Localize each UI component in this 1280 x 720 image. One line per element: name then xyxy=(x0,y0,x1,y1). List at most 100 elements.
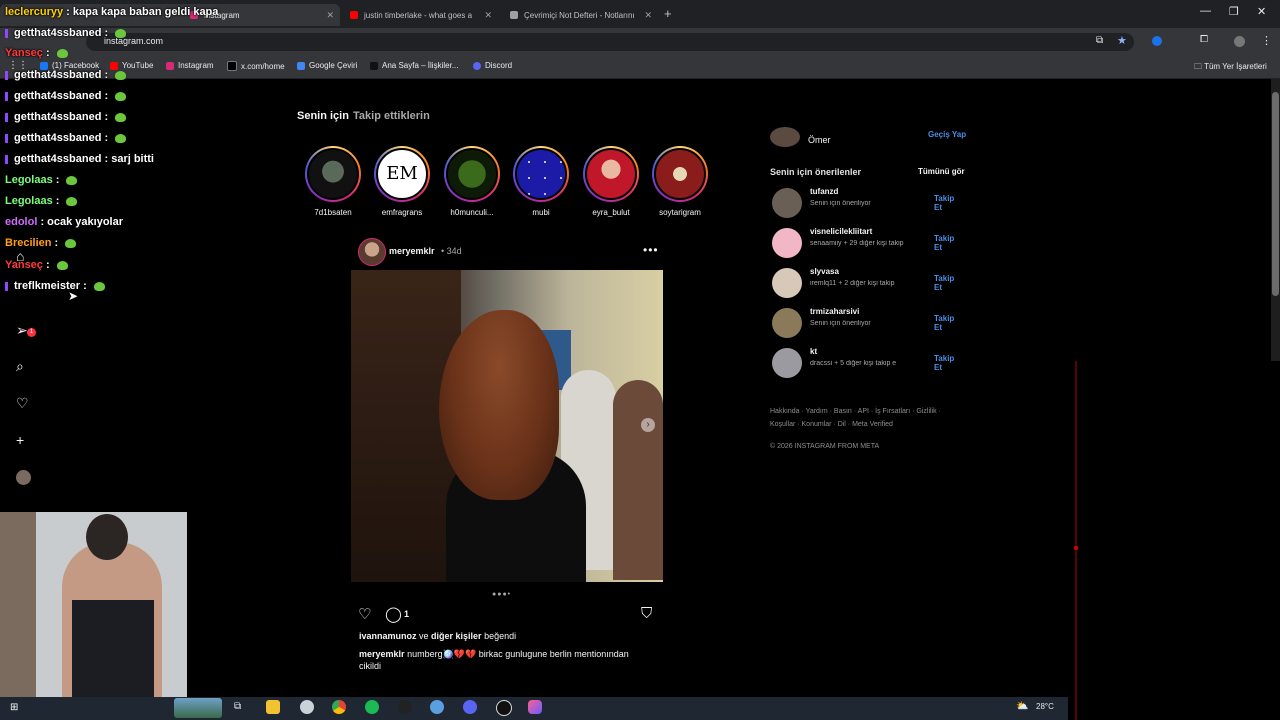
suggestion-avatar[interactable] xyxy=(772,348,802,378)
story-avatar xyxy=(307,148,359,200)
likes-user[interactable]: ivannamunoz xyxy=(359,631,417,641)
chrome-icon[interactable] xyxy=(332,700,346,714)
obs-icon[interactable] xyxy=(398,700,412,714)
chat-message: Legolaas : xyxy=(5,174,78,186)
chat-message: getthat4ssbaned : sarj bitti xyxy=(5,153,154,165)
translate-icon xyxy=(297,61,305,70)
chat-username: getthat4ssbaned xyxy=(14,111,102,123)
messages-icon[interactable]: ➢ xyxy=(16,322,28,339)
scrollbar-thumb[interactable] xyxy=(1272,92,1279,296)
next-image-icon[interactable]: › xyxy=(641,418,655,432)
extension-icon[interactable] xyxy=(1152,36,1162,46)
likes-line: ivannamunoz ve diğer kişiler beğendi xyxy=(359,631,516,641)
heart-icon[interactable]: ♡ xyxy=(16,395,29,412)
comment-icon[interactable]: ◯ xyxy=(385,605,402,623)
tab-following[interactable]: Takip ettiklerin xyxy=(353,110,430,122)
post-author-avatar[interactable] xyxy=(358,238,386,266)
chat-badge-icon xyxy=(5,154,8,164)
story-item[interactable]: h0munculi... xyxy=(441,146,503,217)
bookmark-x[interactable]: x.com/home xyxy=(227,61,285,71)
file-explorer-icon[interactable] xyxy=(266,700,280,714)
suggestion-avatar[interactable] xyxy=(772,268,802,298)
windows-start-icon[interactable]: ⊞ xyxy=(10,702,18,713)
story-item[interactable]: EM emfragrans xyxy=(371,146,433,217)
see-all-button[interactable]: Tümünü gör xyxy=(918,167,965,176)
app-icon[interactable] xyxy=(528,700,542,714)
suggestion-avatar[interactable] xyxy=(772,188,802,218)
suggestion-avatar[interactable] xyxy=(772,228,802,258)
close-tab-icon[interactable]: ✕ xyxy=(326,10,334,21)
install-app-icon[interactable]: ⧉ xyxy=(1096,35,1103,46)
bookmark-google-translate[interactable]: Google Çeviri xyxy=(297,61,357,70)
profile-avatar-icon[interactable] xyxy=(16,470,31,485)
bookmark-star-icon[interactable]: ★ xyxy=(1117,34,1127,47)
follow-button[interactable]: Takip Et xyxy=(934,234,964,252)
widgets-icon[interactable] xyxy=(174,698,222,718)
suggestion-username[interactable]: trmizaharsivi xyxy=(810,307,859,316)
browser-menu-icon[interactable]: ⋮ xyxy=(1261,34,1272,47)
bookmark-label: Instagram xyxy=(178,61,214,70)
bookmark-instagram[interactable]: Instagram xyxy=(166,61,214,70)
app-icon[interactable] xyxy=(496,700,512,716)
discord-taskbar-icon[interactable] xyxy=(463,700,477,714)
suggestion-avatar[interactable] xyxy=(772,308,802,338)
tab-for-you[interactable]: Senin için xyxy=(297,110,349,122)
story-item[interactable]: mubi xyxy=(510,146,572,217)
follow-button[interactable]: Takip Et xyxy=(934,274,964,292)
suggestion-username[interactable]: kt xyxy=(810,347,817,356)
create-plus-icon[interactable]: + xyxy=(16,432,24,448)
footer-line[interactable]: Hakkında · Yardım · Basın · API · İş Fır… xyxy=(770,405,970,418)
restore-icon[interactable]: ❐ xyxy=(1229,5,1239,18)
likes-others[interactable]: diğer kişiler xyxy=(431,631,482,641)
suggestion-username[interactable]: slyvasa xyxy=(810,267,839,276)
suggestion-username[interactable]: visnelicilekliitart xyxy=(810,227,872,236)
story-item[interactable]: 7d1bsaten xyxy=(302,146,364,217)
post-image[interactable]: › xyxy=(351,270,663,582)
post-time: • 34d xyxy=(441,246,462,256)
spotify-icon[interactable] xyxy=(365,700,379,714)
jester-logo-icon xyxy=(654,148,706,200)
settings-gear-icon[interactable] xyxy=(430,700,444,714)
story-item[interactable]: eyra_bulut xyxy=(580,146,642,217)
bookmark-discord[interactable]: Discord xyxy=(473,61,512,70)
tab-notepad[interactable]: Çevrimiçi Not Defteri - Notlarını ✕ xyxy=(504,4,658,26)
account-avatar[interactable] xyxy=(770,127,800,147)
chat-separator: : xyxy=(101,132,112,144)
close-tab-icon[interactable]: ✕ xyxy=(644,10,652,21)
like-heart-icon[interactable]: ♡ xyxy=(358,605,371,623)
url-field[interactable] xyxy=(86,33,1134,51)
chat-badge-icon xyxy=(5,70,8,80)
profile-avatar[interactable] xyxy=(1234,36,1245,47)
close-tab-icon[interactable]: ✕ xyxy=(484,10,492,21)
follow-button[interactable]: Takip Et xyxy=(934,354,964,372)
app-icon[interactable] xyxy=(300,700,314,714)
chat-message: Brecilien : xyxy=(5,237,77,249)
new-tab-button[interactable]: + xyxy=(664,6,672,21)
footer-line[interactable]: Koşullar · Konumlar · Dil · Meta Verifie… xyxy=(770,418,970,431)
story-item[interactable]: soytarigram xyxy=(649,146,711,217)
post-more-icon[interactable]: ••• xyxy=(643,243,659,257)
suggestion-username[interactable]: tufanzd xyxy=(810,187,838,196)
overlay-divider xyxy=(1075,361,1077,720)
chat-badge-icon xyxy=(5,281,8,291)
close-window-icon[interactable]: ✕ xyxy=(1257,5,1266,18)
chat-separator: : xyxy=(80,280,90,292)
follow-button[interactable]: Takip Et xyxy=(934,314,964,332)
search-icon[interactable]: ⌕ xyxy=(16,358,24,375)
story-ring xyxy=(513,146,569,202)
caption-username[interactable]: meryemklr xyxy=(359,649,405,659)
bookmark-ana-sayfa[interactable]: Ana Sayfa – İlişkiler... xyxy=(370,61,458,70)
story-ring xyxy=(444,146,500,202)
chat-text: ocak yakıyolar xyxy=(47,216,124,228)
minimize-icon[interactable]: — xyxy=(1200,5,1211,17)
task-view-icon[interactable]: ⧉ xyxy=(234,701,241,712)
story-name: 7d1bsaten xyxy=(314,208,352,217)
switch-account-button[interactable]: Geçiş Yap xyxy=(928,130,966,139)
tab-youtube[interactable]: justin timberlake - what goes a ✕ xyxy=(344,4,498,26)
post-author-username[interactable]: meryemklr xyxy=(389,246,435,256)
story-name: soytarigram xyxy=(659,208,701,217)
save-bookmark-icon[interactable]: ⛉ xyxy=(641,605,652,622)
follow-button[interactable]: Takip Et xyxy=(934,194,964,212)
extensions-puzzle-icon[interactable]: ⧠ xyxy=(1200,34,1208,45)
all-bookmarks-button[interactable]: 🗀 Tüm Yer İşaretleri xyxy=(1194,61,1267,75)
